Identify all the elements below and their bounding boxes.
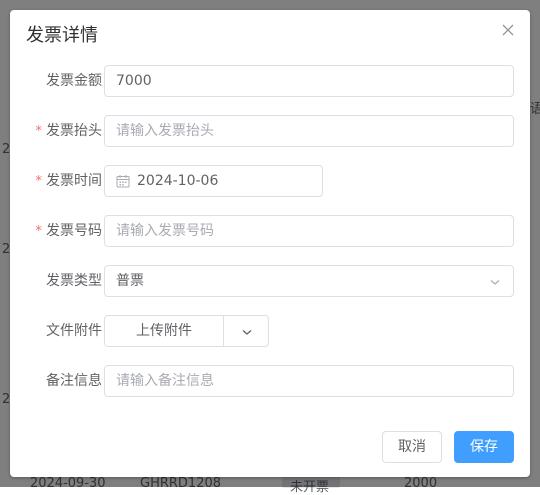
save-button[interactable]: 保存 xyxy=(454,431,514,463)
form-row-amount: 发票金额 7000 xyxy=(10,65,530,97)
header-input[interactable]: 请输入发票抬头 xyxy=(104,115,514,147)
amount-input[interactable]: 7000 xyxy=(104,65,514,97)
close-icon xyxy=(502,24,514,36)
required-mark: * xyxy=(35,174,43,189)
upload-button-group: 上传附件 xyxy=(104,315,269,347)
header-label: * 发票抬头 xyxy=(35,123,103,139)
chevron-down-icon xyxy=(490,280,500,285)
type-label: 发票类型 xyxy=(46,273,102,289)
form-row-remark: 备注信息 请输入备注信息 xyxy=(10,365,530,397)
amount-label: 发票金额 xyxy=(46,73,102,89)
form-row-type: 发票类型 普票 xyxy=(10,265,530,297)
remark-input[interactable]: 请输入备注信息 xyxy=(104,365,514,397)
close-button[interactable] xyxy=(500,22,516,38)
calendar-icon xyxy=(116,175,130,188)
form-row-header: * 发票抬头 请输入发票抬头 xyxy=(10,115,530,147)
type-select[interactable]: 普票 xyxy=(104,265,514,297)
date-picker-input[interactable]: 2024-10-06 xyxy=(104,165,323,197)
number-label: * 发票号码 xyxy=(35,223,103,239)
attachment-label: 文件附件 xyxy=(46,323,102,339)
form-row-attachment: 文件附件 上传附件 xyxy=(10,315,530,347)
required-mark: * xyxy=(35,224,43,239)
upload-dropdown-button[interactable] xyxy=(224,316,268,346)
upload-attachment-button[interactable]: 上传附件 xyxy=(105,316,224,346)
number-input[interactable]: 请输入发票号码 xyxy=(104,215,514,247)
form-row-number: * 发票号码 请输入发票号码 xyxy=(10,215,530,247)
cancel-button[interactable]: 取消 xyxy=(382,431,442,463)
time-label: * 发票时间 xyxy=(35,173,103,189)
dialog-title: 发票详情 xyxy=(26,25,98,46)
required-mark: * xyxy=(35,124,43,139)
invoice-detail-dialog: 发票详情 发票金额 7000 * 发票抬头 请输入发票抬头 * 发票时间 202… xyxy=(10,10,530,477)
type-selected-value: 普票 xyxy=(116,273,144,289)
form-row-time: * 发票时间 2024-10-06 xyxy=(10,165,530,197)
remark-label: 备注信息 xyxy=(46,373,102,389)
date-value: 2024-10-06 xyxy=(137,173,219,189)
chevron-down-icon xyxy=(242,330,252,335)
